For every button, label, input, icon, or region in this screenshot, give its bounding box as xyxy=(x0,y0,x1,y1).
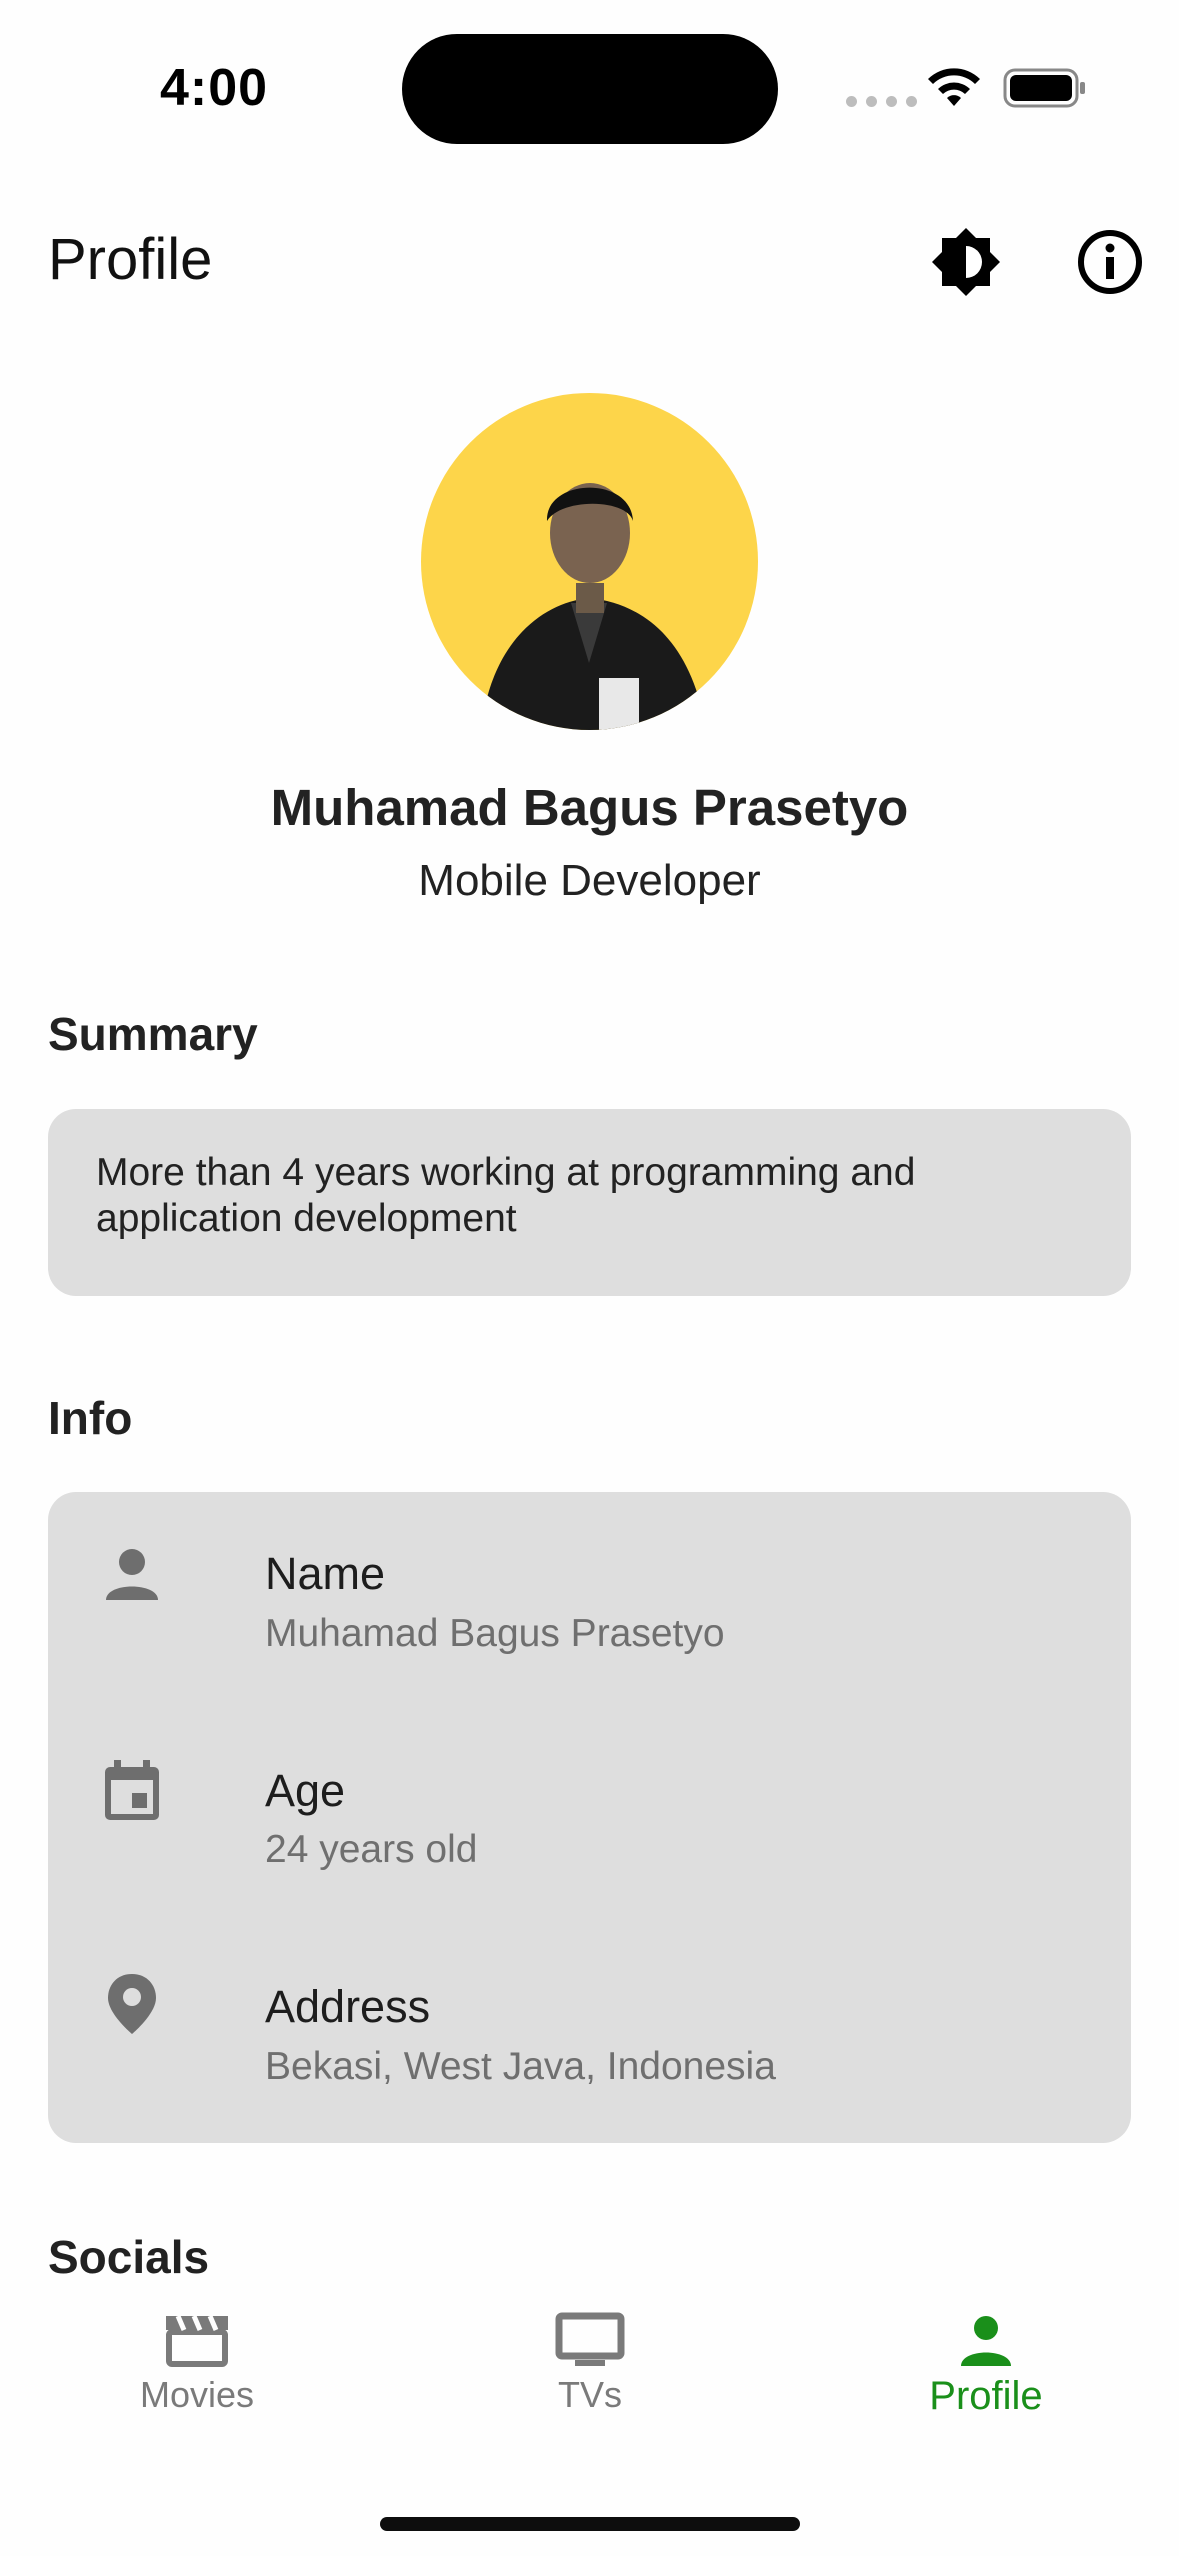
signal-icon xyxy=(846,96,917,107)
nav-item-tvs[interactable]: TVs xyxy=(440,2312,740,2416)
profile-name: Muhamad Bagus Prasetyo xyxy=(270,779,909,836)
socials-title: Socials xyxy=(48,2231,210,2283)
info-title: Info xyxy=(48,1392,133,1444)
profile-role: Mobile Developer xyxy=(418,856,761,905)
person-icon xyxy=(961,2316,1011,2366)
info-address-value: Bekasi, West Java, Indonesia xyxy=(265,2045,776,2088)
nav-label-tvs: TVs xyxy=(557,2374,622,2415)
summary-text: More than 4 years working at programming… xyxy=(96,1151,916,1240)
location-pin-icon xyxy=(108,1974,156,2034)
nav-item-movies[interactable]: Movies xyxy=(47,2312,347,2416)
clapperboard-icon xyxy=(166,2315,228,2367)
info-age-value: 24 years old xyxy=(265,1828,478,1871)
home-indicator[interactable] xyxy=(380,2517,800,2531)
nav-label-movies: Movies xyxy=(139,2374,255,2415)
nav-item-profile[interactable]: Profile xyxy=(836,2312,1136,2419)
info-name-label: Name xyxy=(265,1548,386,1599)
battery-icon xyxy=(1003,68,1085,108)
tv-icon xyxy=(555,2312,625,2366)
avatar xyxy=(421,393,758,730)
avatar-photo xyxy=(481,483,706,730)
wifi-icon xyxy=(928,68,980,106)
status-time: 4:00 xyxy=(160,59,269,117)
brightness-icon[interactable] xyxy=(930,226,1002,298)
page-title: Profile xyxy=(48,227,213,292)
info-name-value: Muhamad Bagus Prasetyo xyxy=(265,1612,725,1655)
calendar-icon xyxy=(105,1760,159,1820)
summary-title: Summary xyxy=(48,1008,258,1060)
person-icon xyxy=(106,1549,158,1600)
info-icon[interactable] xyxy=(1074,226,1146,298)
nav-label-profile: Profile xyxy=(929,2374,1043,2418)
info-address-label: Address xyxy=(265,1981,431,2032)
dynamic-island xyxy=(402,34,778,144)
info-age-label: Age xyxy=(265,1765,346,1816)
